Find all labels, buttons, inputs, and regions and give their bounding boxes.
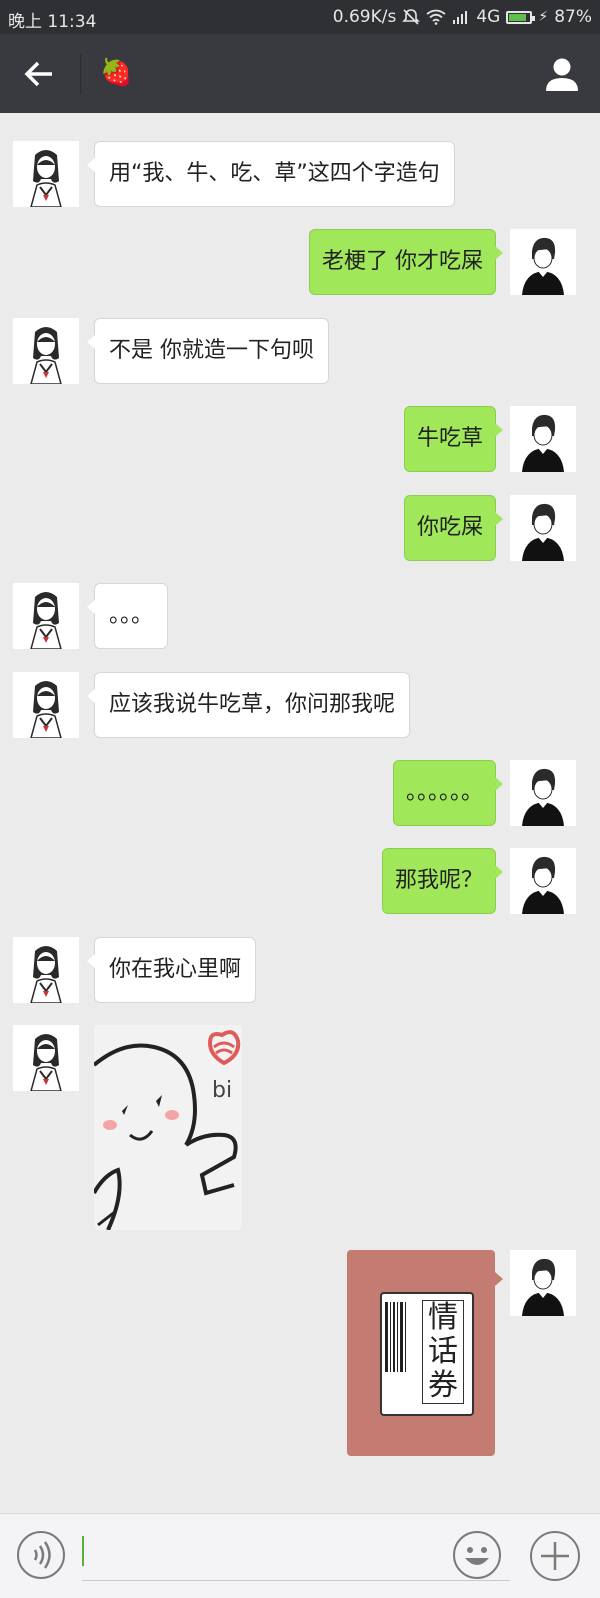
boy-avatar[interactable] [510, 1250, 576, 1316]
message-bubble-outgoing[interactable]: 牛吃草 [403, 406, 504, 472]
ticket-char: 情 [428, 1300, 458, 1335]
boy-avatar[interactable] [510, 848, 576, 914]
kiss-sticker-image: bi [94, 1025, 242, 1230]
ticket-char: 话 [428, 1334, 458, 1369]
girl-avatar[interactable] [13, 318, 79, 384]
mute-bell-icon [402, 9, 421, 25]
smile-icon[interactable] [452, 1530, 502, 1580]
battery-percent: 87% [554, 7, 592, 27]
message-bubble-incoming[interactable]: 你在我心里啊 [86, 937, 257, 1003]
message-input[interactable] [82, 1528, 510, 1581]
girl-avatar[interactable] [13, 937, 79, 1003]
network-type: 4G [476, 7, 501, 27]
message-bubble-outgoing[interactable]: 老梗了 你才吃屎 [309, 229, 503, 295]
header-divider [80, 54, 81, 94]
voice-icon[interactable] [16, 1530, 66, 1580]
sticker-text: bi [212, 1078, 232, 1103]
sticker-message[interactable]: bi [94, 1025, 242, 1230]
boy-avatar[interactable] [510, 406, 576, 472]
status-time: 晚上 11:34 [8, 12, 97, 32]
battery-fill [509, 13, 527, 21]
girl-avatar[interactable] [13, 583, 79, 649]
girl-avatar[interactable] [13, 141, 79, 207]
arrow-left-icon[interactable] [20, 54, 60, 94]
girl-avatar[interactable] [13, 1025, 79, 1091]
net-speed: 0.69K/s [332, 7, 397, 27]
person-icon[interactable] [542, 54, 582, 94]
charging-icon: ⚡ [538, 9, 549, 25]
ticket-char: 券 [428, 1368, 458, 1403]
battery-icon [506, 10, 536, 24]
message-bubble-outgoing[interactable]: 。。。。。。 [392, 760, 504, 826]
barcode-icon [385, 1302, 406, 1372]
message-bubble-incoming[interactable]: 不是 你就造一下句呗 [87, 318, 329, 384]
chat-header: 🍓 [0, 34, 600, 113]
ticket-card-message[interactable]: 情 话 券 [347, 1250, 503, 1456]
cell-signal-icon [453, 11, 468, 24]
wifi-icon [426, 9, 446, 25]
message-bubble-incoming[interactable]: 。。。 [86, 583, 169, 649]
boy-avatar[interactable] [510, 495, 576, 561]
message-bubble-incoming[interactable]: 应该我说牛吃草，你问那我呢 [86, 672, 411, 738]
girl-avatar[interactable] [13, 672, 79, 738]
plus-icon[interactable] [529, 1530, 581, 1582]
message-bubble-outgoing[interactable]: 你吃屎 [403, 495, 504, 561]
message-bubble-outgoing[interactable]: 那我呢？ [381, 848, 504, 914]
status-bar: 晚上 11:34 0.69K/s 4G ⚡ 87% [0, 0, 600, 34]
ticket-image: 情 话 券 [380, 1292, 474, 1416]
chat-title: 🍓 [100, 58, 133, 88]
status-right: 0.69K/s 4G ⚡ 87% [333, 7, 592, 27]
boy-avatar[interactable] [510, 760, 576, 826]
message-bubble-incoming[interactable]: 用“我、牛、吃、草”这四个字造句 [87, 141, 455, 207]
boy-avatar[interactable] [510, 229, 576, 295]
ticket-title: 情 话 券 [422, 1300, 464, 1404]
input-bar [0, 1513, 600, 1598]
text-caret [82, 1536, 84, 1566]
